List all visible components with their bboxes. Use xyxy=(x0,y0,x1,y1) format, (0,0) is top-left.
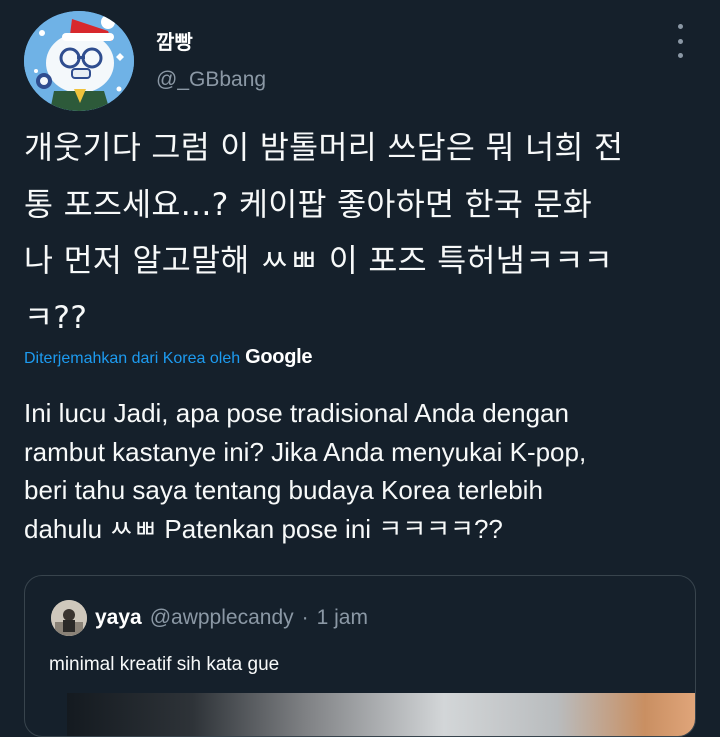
quoted-author-handle[interactable]: @awpplecandy xyxy=(150,606,294,630)
more-dot xyxy=(677,24,683,29)
translation-line: beri tahu saya tentang budaya Korea terl… xyxy=(24,475,543,505)
translation-line: rambut kastanye ini? Jika Anda menyukai … xyxy=(24,436,587,467)
tweet-text-line: 통 포즈세요...? 케이팝 좋아하면 한국 문화 xyxy=(24,186,593,223)
more-dot xyxy=(677,38,683,44)
author-avatar[interactable] xyxy=(24,11,134,111)
more-dot xyxy=(677,53,683,58)
translation-line: Ini lucu Jadi, apa pose tradisional Anda… xyxy=(24,398,569,428)
translation-text: Ini lucu Jadi, apa pose tradisional Anda… xyxy=(24,394,704,548)
more-options-icon[interactable] xyxy=(668,24,692,58)
quoted-tweet-card[interactable]: yaya @awpplecandy · 1 jam minimal kreati… xyxy=(24,575,696,737)
tweet-text-line: ㅋ?? xyxy=(24,299,88,336)
quoted-tweet-text: minimal kreatif sih kata gue xyxy=(49,654,280,675)
google-logo: Google xyxy=(245,346,313,368)
translated-by-line[interactable]: Diterjemahkan dari Korea oleh Google xyxy=(24,346,313,369)
quoted-author-avatar[interactable] xyxy=(51,600,87,636)
quoted-timestamp[interactable]: 1 jam xyxy=(317,606,368,630)
tweet-text: 개웃기다 그럼 이 밤톨머리 쓰담은 뭐 너희 전 통 포즈세요...? 케이팝… xyxy=(24,120,700,346)
author-display-name[interactable]: 깜빵 xyxy=(156,26,193,55)
translation-line: dahulu ㅆㅃ Patenkan pose ini ㅋㅋㅋㅋ?? xyxy=(24,513,503,544)
author-handle[interactable]: @_GBbang xyxy=(156,68,266,92)
translated-label[interactable]: Diterjemahkan dari Korea oleh xyxy=(24,350,240,368)
tweet-text-line: 나 먼저 알고말해 ㅆㅃ 이 포즈 특허냄ㅋㅋㅋ xyxy=(24,243,613,279)
quoted-tweet-media[interactable] xyxy=(67,693,695,736)
quoted-author-name[interactable]: yaya xyxy=(95,606,142,630)
avatar-illustration xyxy=(24,11,134,111)
quoted-avatar-photo xyxy=(51,600,87,636)
quoted-tweet-header: yaya @awpplecandy · 1 jam xyxy=(51,600,368,636)
meta-separator: · xyxy=(301,606,309,629)
tweet-text-line: 개웃기다 그럼 이 밤톨머리 쓰담은 뭐 너희 전 xyxy=(24,130,624,166)
